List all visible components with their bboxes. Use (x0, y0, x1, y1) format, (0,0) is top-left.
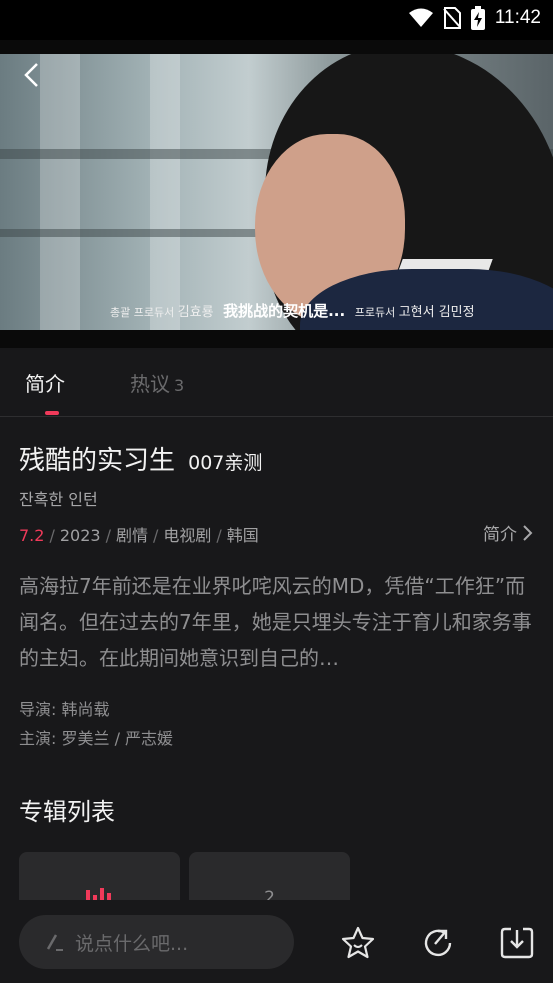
wifi-icon (408, 8, 433, 27)
intro-link[interactable]: 简介 (483, 520, 533, 545)
window-light (40, 54, 80, 330)
tab-discussion-label: 热议 (130, 372, 170, 396)
show-title: 残酷的实习生 (19, 446, 176, 476)
status-bar: 11:42 (0, 0, 553, 40)
year: 2023 (59, 526, 101, 545)
bottom-action-bar: 说点什么吧... (0, 900, 553, 983)
no-sim-icon (443, 7, 461, 29)
region: 韩国 (226, 526, 259, 545)
window-light (150, 54, 180, 330)
credit-names-right: 고현서 김민정 (398, 305, 475, 320)
genre: 剧情 (115, 526, 148, 545)
comment-input[interactable]: 说点什么吧... (19, 915, 294, 969)
credit-role-left: 총괄 프로듀서 (110, 306, 175, 319)
show-tag: 007亲测 (188, 452, 263, 474)
comment-placeholder: 说点什么吧... (75, 932, 189, 955)
cast: 主演: 罗美兰 / 严志媛 (19, 729, 174, 748)
back-button[interactable] (18, 60, 48, 90)
synopsis[interactable]: 高海拉7年前还是在业界叱咤风云的MD，凭借“工作狂”而闻名。但在过去的7年里，她… (19, 568, 534, 676)
video-subtitles: 총괄 프로듀서 김효룡 我挑战的契机是... 프로듀서 고현서 김민정 (110, 300, 475, 321)
share-icon[interactable] (420, 925, 456, 961)
album-list-title: 专辑列表 (19, 798, 115, 826)
favorite-icon[interactable] (340, 925, 376, 961)
tab-discussion-count: 3 (174, 376, 185, 395)
show-title-row: 残酷的实习生 007亲测 (19, 440, 262, 477)
chevron-right-icon (523, 524, 533, 541)
show-type: 电视剧 (163, 526, 212, 545)
tab-discussion[interactable]: 热议 3 (130, 368, 184, 397)
video-letterbox-bottom (0, 330, 553, 348)
original-title: 잔혹한 인턴 (19, 490, 98, 509)
video-letterbox-top (0, 40, 553, 54)
tab-intro[interactable]: 简介 (25, 368, 65, 397)
director: 导演: 韩尚载 (19, 700, 110, 719)
intro-link-label: 简介 (483, 525, 517, 545)
status-time: 11:42 (494, 7, 541, 28)
pen-icon (46, 934, 63, 951)
credit-role-right: 프로듀서 (354, 306, 396, 319)
video-player[interactable]: 총괄 프로듀서 김효룡 我挑战的契机是... 프로듀서 고현서 김민정 (0, 54, 553, 330)
tab-intro-label: 简介 (25, 372, 65, 396)
detail-tabs: 简介 热议 3 (0, 348, 553, 417)
show-meta: 7.2/2023/剧情 / 电视剧 / 韩国 (19, 526, 259, 545)
subtitle-text: 我挑战的契机是... (223, 302, 346, 320)
back-arrow-icon (24, 63, 38, 87)
rating: 7.2 (19, 526, 45, 545)
tab-active-indicator (45, 411, 59, 415)
battery-charging-icon (470, 6, 485, 30)
credit-name-left: 김효룡 (177, 305, 214, 320)
download-icon[interactable] (499, 925, 535, 961)
